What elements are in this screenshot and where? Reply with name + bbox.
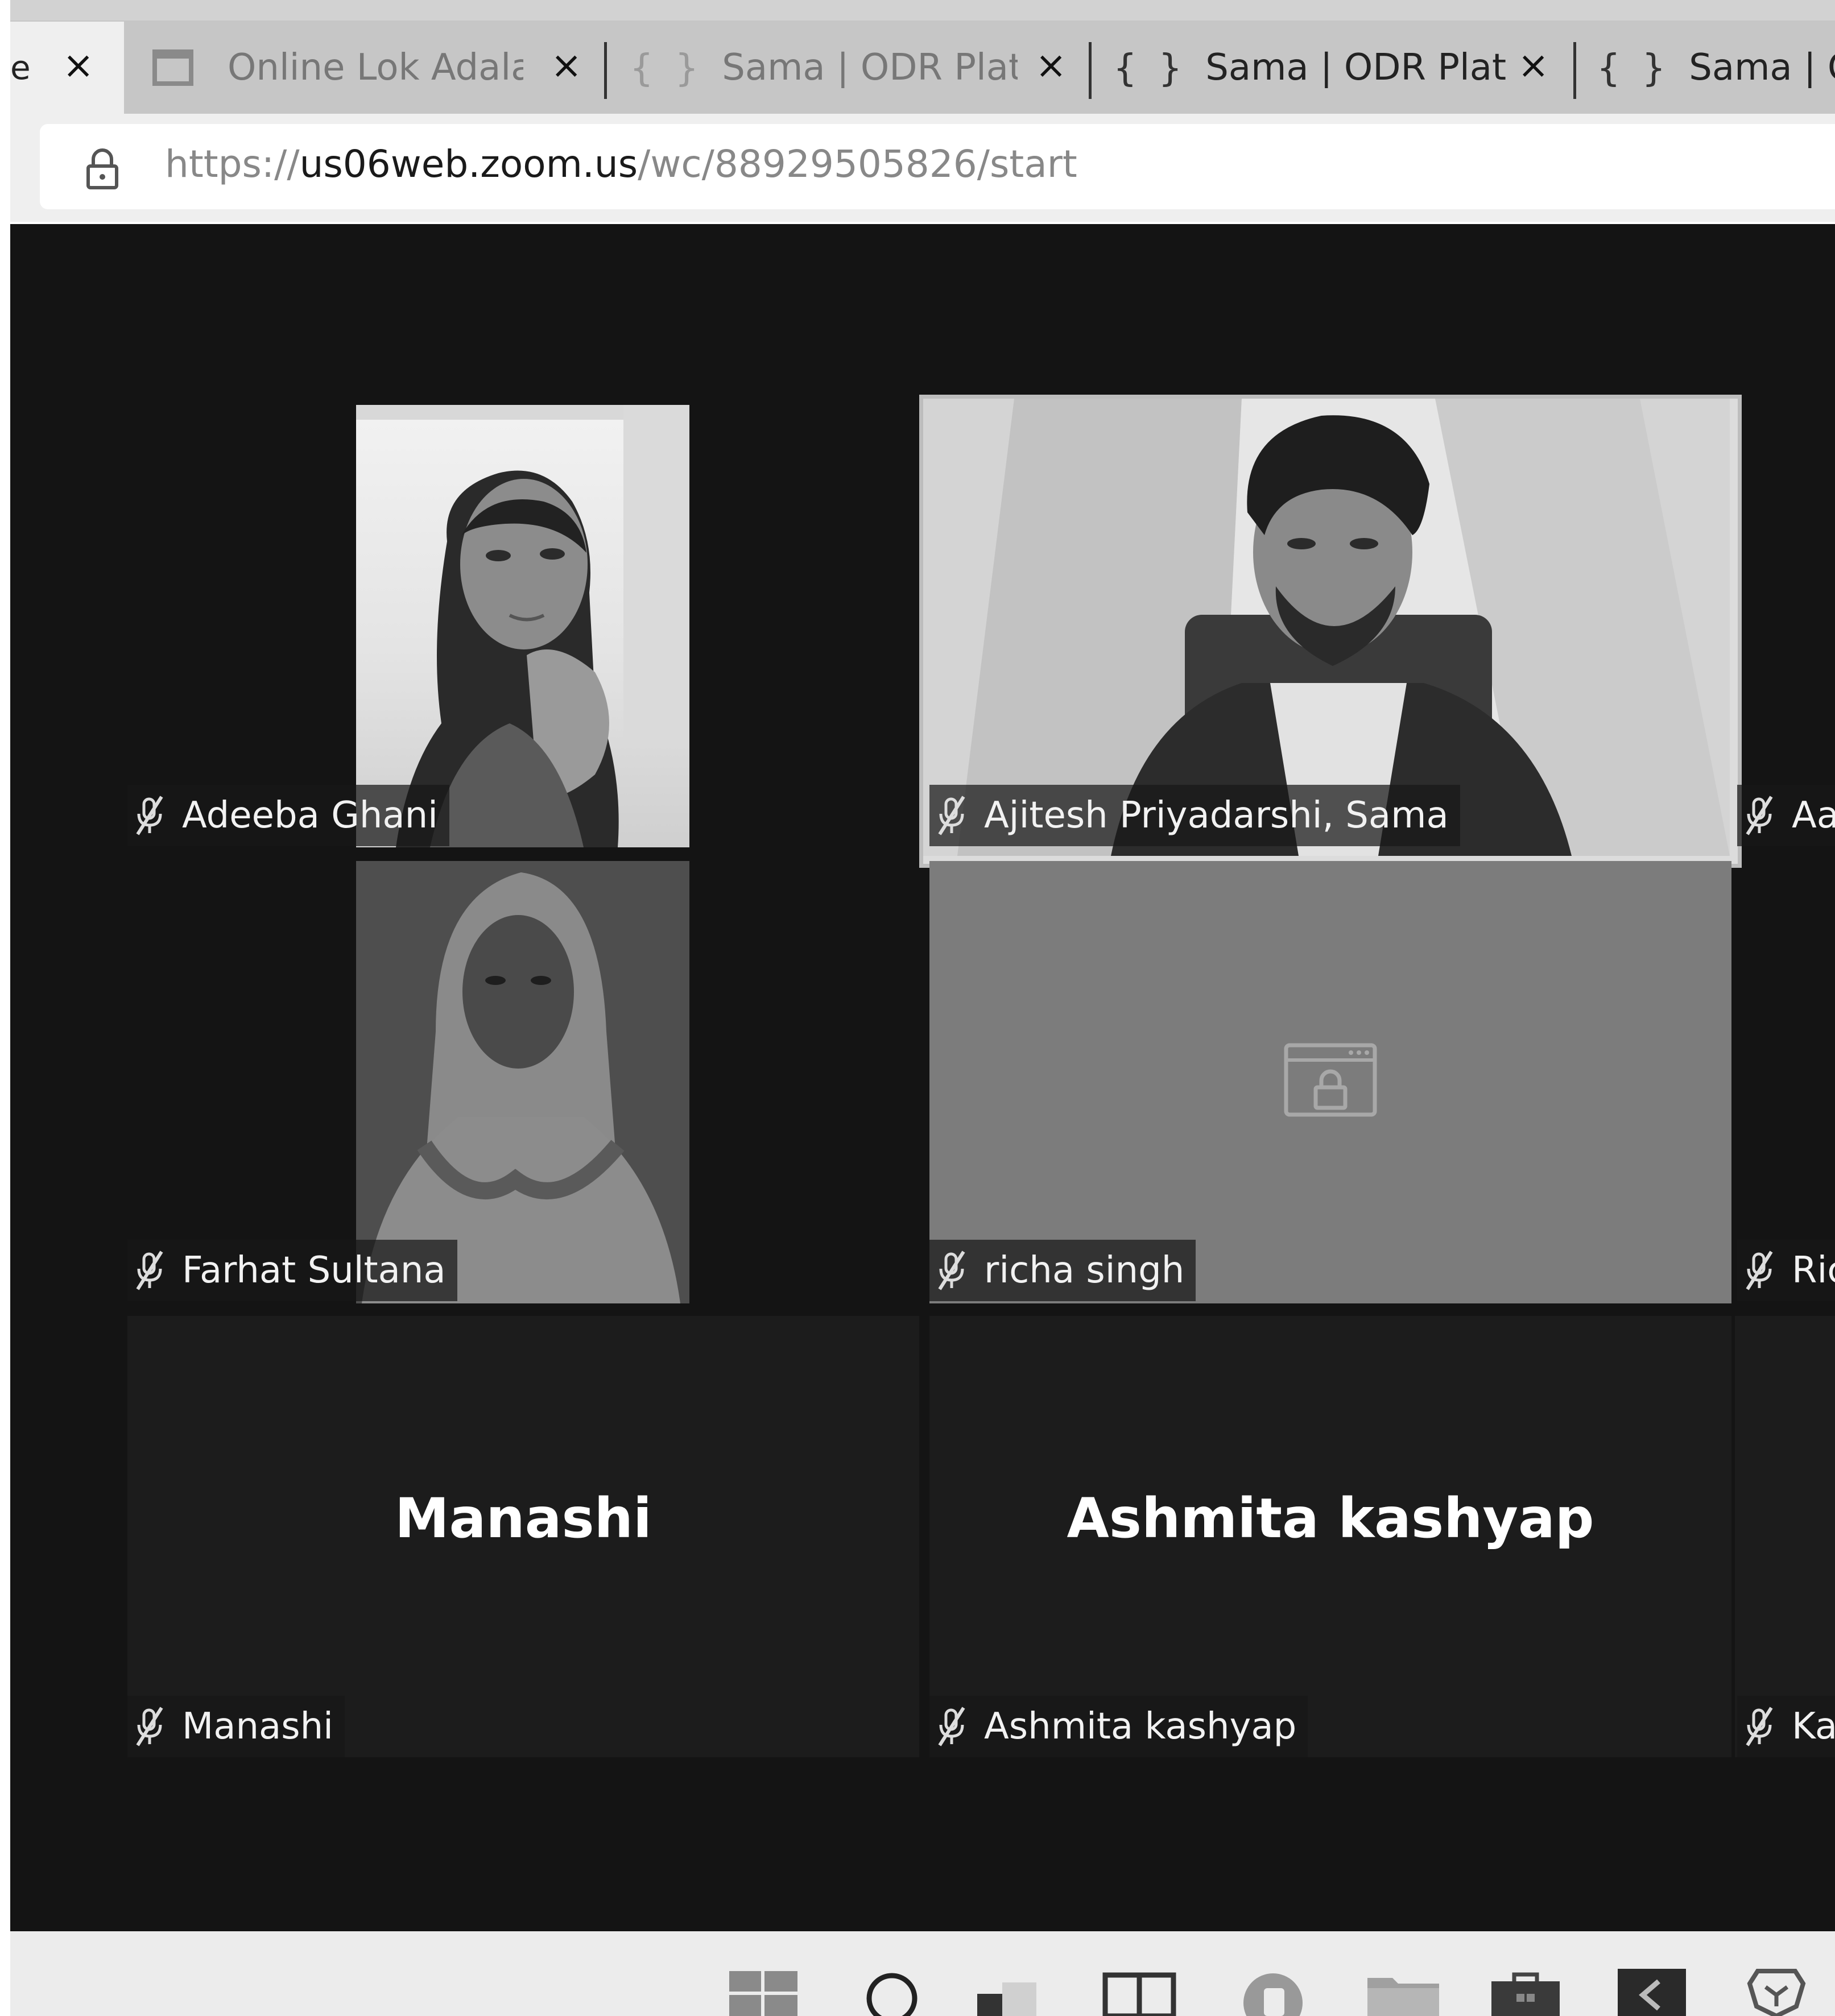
participant-display-name: Manashi [395,1487,652,1550]
browser-tab-active[interactable]: er: × [10,22,124,114]
participant-name: Farhat Sultana [182,1249,446,1291]
participant-video-adeeba[interactable] [356,405,689,847]
tab-separator [604,42,607,99]
participant-name: Ajitesh Priyadarshi, Sama [984,794,1449,837]
snap-layout-icon[interactable] [1102,1972,1176,2016]
participant-tile-partial[interactable] [1735,1316,1835,1757]
braces-icon: { } [1597,45,1665,90]
url-host: us06web.zoom.us [299,142,638,186]
brave-browser-icon[interactable] [1746,1967,1807,2016]
mic-muted-icon [1746,1251,1773,1290]
zoom-meeting-gallery: Adeeba Ghani Ajitesh Priyadarshi, Sama A… [10,224,1835,1931]
url-text[interactable]: https://us06web.zoom.us/wc/88929505826/s… [165,142,1077,186]
participant-label: Ajitesh Priyadarshi, Sama [929,785,1460,846]
participant-label: Farhat Sultana [127,1240,457,1301]
chat-icon[interactable] [1241,1971,1305,2016]
windows-start-icon[interactable] [729,1971,797,2016]
tab-title: Sama | ODR Platform [1205,47,1507,89]
participant-video-farhat[interactable] [356,861,689,1303]
participant-tile-manashi[interactable]: Manashi [127,1316,919,1757]
taskbar [10,1931,1835,2016]
mic-muted-icon [136,1707,163,1746]
participant-label: Manashi [127,1696,345,1757]
participant-display-name: Ashmita kashyap [1067,1487,1594,1550]
tab-close-icon[interactable]: × [1518,47,1549,84]
url-path: /wc/88929505826/start [638,142,1077,186]
participant-tile-richa[interactable] [929,861,1731,1303]
browser-tab[interactable]: Online Lok Adalat- × [152,22,596,114]
browser-tab[interactable]: { } Sama | OD [1597,22,1835,114]
participant-video-image [356,405,689,847]
participant-video-image [356,861,689,1303]
participant-label: richa singh [929,1240,1196,1301]
mic-muted-icon [136,796,163,835]
browser-lock-icon [1284,1043,1377,1117]
participant-name: Adeeba Ghani [182,794,438,837]
tab-close-icon[interactable]: × [1035,47,1067,84]
participant-name: Kar [1792,1705,1835,1748]
browser-tab-strip: er: × Online Lok Adalat- × { } Sama | OD… [10,0,1835,114]
tab-title: Sama | ODR Platform [722,47,1018,89]
participant-label: Ashmita kashyap [929,1696,1308,1757]
mic-muted-icon [938,1251,965,1290]
store-icon[interactable] [1491,1971,1560,2016]
app-icon[interactable] [1618,1969,1686,2016]
tab-title: Sama | OD [1689,47,1835,89]
tab-close-icon[interactable]: × [63,47,94,84]
mic-muted-icon [938,796,965,835]
file-explorer-icon[interactable] [1367,1972,1439,2016]
tab-title: Online Lok Adalat- [228,47,523,89]
tab-title: er: [10,48,33,87]
participant-name: Manashi [182,1705,333,1748]
participant-label-partial: Aac [1737,785,1835,846]
task-view-icon[interactable] [977,1977,1040,2016]
tab-separator [1573,42,1576,99]
browser-tab[interactable]: { } Sama | ODR Platform × [630,22,1080,114]
participant-name: Aac [1792,794,1835,837]
url-scheme: https:// [165,142,300,186]
braces-icon: { } [1114,45,1182,90]
braces-icon: { } [630,45,699,90]
lock-icon[interactable] [85,148,119,190]
participant-label-partial: Ric [1737,1240,1835,1301]
search-icon[interactable] [863,1971,920,2016]
participant-label: Adeeba Ghani [127,785,449,846]
participant-label-partial: Kar [1737,1696,1835,1757]
page-icon [152,49,193,86]
tab-separator [1089,42,1092,99]
tab-close-icon[interactable]: × [551,47,582,84]
browser-tab[interactable]: { } Sama | ODR Platform × [1114,22,1569,114]
participant-name: richa singh [984,1249,1185,1291]
mic-muted-icon [938,1707,965,1746]
participant-name: Ric [1792,1249,1835,1291]
participant-tile-ashmita[interactable]: Ashmita kashyap [929,1316,1731,1757]
mic-muted-icon [136,1251,163,1290]
mic-muted-icon [1746,1707,1773,1746]
mic-muted-icon [1746,796,1773,835]
participant-name: Ashmita kashyap [984,1705,1297,1748]
